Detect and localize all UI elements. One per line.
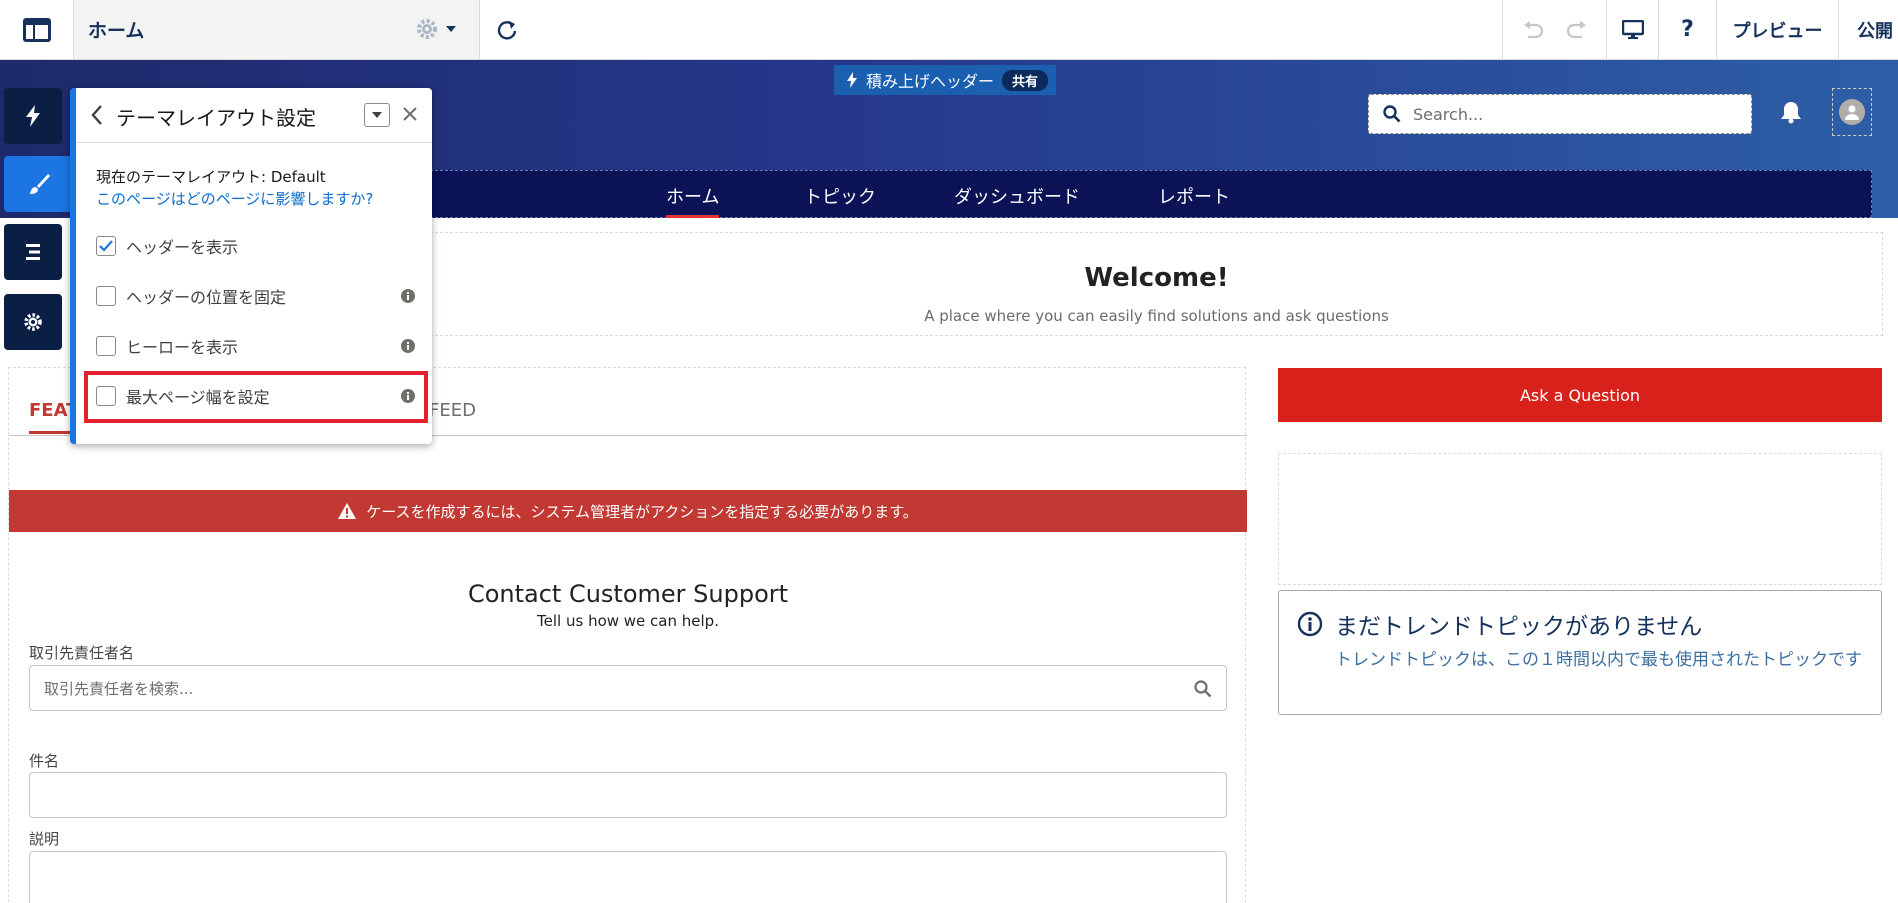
contact-label: 取引先責任者名 — [29, 644, 135, 662]
trend-empty-title: まだトレンドトピックがありません — [1335, 614, 1703, 640]
info-icon — [1297, 611, 1323, 637]
gear-icon — [417, 19, 437, 39]
brush-icon — [30, 174, 50, 194]
main-content-region[interactable]: FEAT FEED ケースを作成するには、システム管理者がアクションを指定する必… — [8, 367, 1247, 903]
list-icon — [26, 244, 40, 260]
bell-icon — [1781, 102, 1801, 124]
option-show-hero[interactable]: ヒーローを表示 — [96, 333, 416, 359]
search-icon — [1194, 680, 1212, 698]
undo-redo-group — [1502, 0, 1606, 59]
contact-lookup-input[interactable]: 取引先責任者を検索... — [29, 665, 1227, 711]
user-profile-menu[interactable] — [1832, 88, 1872, 136]
subject-label: 件名 — [29, 752, 60, 770]
page-structure-button[interactable] — [4, 224, 62, 280]
empty-component-region[interactable] — [1278, 453, 1882, 585]
stacked-header-tag[interactable]: 積み上げヘッダー 共有 — [834, 65, 1056, 95]
redo-icon[interactable] — [1566, 20, 1588, 40]
option-label: ヘッダーの位置を固定 — [126, 288, 287, 307]
page-title: ホーム — [88, 20, 145, 42]
contact-placeholder: 取引先責任者を検索... — [44, 679, 194, 698]
current-theme-layout: 現在のテーマレイアウト: Default — [96, 168, 326, 186]
subject-input[interactable] — [29, 772, 1227, 818]
trend-empty-description: トレンドトピックは、この１時間以内で最も使用されたトピックです — [1335, 650, 1862, 670]
lightning-icon — [847, 72, 857, 88]
info-icon[interactable] — [400, 338, 416, 354]
nav-item-topics[interactable]: トピック — [804, 183, 876, 209]
welcome-subtitle: A place where you can easily find soluti… — [924, 307, 1389, 325]
preview-button[interactable]: プレビュー — [1716, 0, 1838, 59]
chevron-left-icon[interactable] — [90, 104, 104, 126]
option-fixed-header[interactable]: ヘッダーの位置を固定 — [96, 283, 416, 309]
panel-header: テーマレイアウト設定 — [76, 88, 432, 143]
fixed-header-checkbox[interactable] — [96, 286, 116, 306]
shared-badge: 共有 — [1002, 69, 1049, 91]
help-button[interactable]: ? — [1658, 0, 1716, 59]
device-preview-button[interactable] — [1606, 0, 1658, 59]
settings-panel-button[interactable] — [4, 294, 62, 350]
ask-question-button[interactable]: Ask a Question — [1278, 368, 1882, 422]
nav-item-reports[interactable]: レポート — [1158, 183, 1230, 209]
welcome-banner[interactable]: Welcome! A place where you can easily fi… — [430, 232, 1883, 336]
close-icon[interactable] — [402, 106, 418, 122]
desktop-icon — [1621, 19, 1644, 39]
stacked-header-label: 積み上げヘッダー — [866, 72, 995, 91]
theme-panel-button[interactable] — [4, 156, 74, 212]
alert-text: ケースを作成するには、システム管理者がアクションを指定する必要があります。 — [366, 502, 918, 521]
page-settings-button[interactable] — [415, 17, 457, 41]
avatar — [1839, 99, 1865, 125]
chevron-down-icon — [372, 112, 382, 118]
search-placeholder: Search... — [1413, 104, 1484, 124]
form-title: Contact Customer Support — [467, 580, 789, 608]
affected-pages-link[interactable]: このページはどのページに影響しますか? — [96, 188, 373, 209]
search-icon — [1383, 105, 1401, 123]
site-search-input[interactable]: Search... — [1368, 94, 1752, 134]
highlight-annotation-box — [84, 371, 428, 423]
refresh-button[interactable] — [480, 0, 534, 59]
description-textarea[interactable] — [29, 851, 1227, 903]
nav-item-dashboard[interactable]: ダッシュボード — [954, 183, 1080, 209]
checkmark-icon — [99, 240, 113, 252]
builder-toolbar: ホーム ? プレビュー 公開 — [0, 0, 1898, 60]
welcome-title: Welcome! — [1084, 263, 1229, 293]
navigation-menu: ホーム トピック ダッシュボード レポート — [425, 170, 1872, 218]
panel-title: テーマレイアウト設定 — [116, 106, 316, 130]
layout-icon — [22, 17, 51, 42]
show-header-checkbox[interactable] — [96, 236, 116, 256]
form-subtitle: Tell us how we can help. — [537, 612, 719, 630]
warning-icon — [338, 503, 357, 519]
panel-menu-button[interactable] — [364, 103, 390, 127]
option-label: ヘッダーを表示 — [126, 238, 239, 257]
case-action-alert: ケースを作成するには、システム管理者がアクションを指定する必要があります。 — [9, 490, 1247, 532]
option-show-header[interactable]: ヘッダーを表示 — [96, 233, 416, 259]
chevron-down-icon — [446, 26, 456, 32]
user-icon — [1845, 105, 1859, 120]
nav-item-home[interactable]: ホーム — [666, 183, 720, 218]
undo-icon[interactable] — [1522, 20, 1544, 40]
layout-menu-button[interactable] — [0, 0, 74, 59]
trending-topics-card[interactable]: まだトレンドトピックがありません トレンドトピックは、この１時間以内で最も使用さ… — [1278, 590, 1882, 715]
notifications-button[interactable] — [1780, 100, 1802, 128]
publish-button[interactable]: 公開 — [1838, 0, 1898, 59]
page-selector[interactable]: ホーム — [74, 0, 480, 59]
lightning-icon — [26, 105, 40, 127]
show-hero-checkbox[interactable] — [96, 336, 116, 356]
tab-feed[interactable]: FEED — [429, 400, 476, 421]
info-icon[interactable] — [400, 288, 416, 304]
gear-icon — [24, 313, 42, 331]
refresh-icon — [497, 20, 517, 40]
components-panel-button[interactable] — [4, 88, 62, 144]
description-label: 説明 — [29, 830, 60, 848]
option-label: ヒーローを表示 — [126, 338, 239, 357]
